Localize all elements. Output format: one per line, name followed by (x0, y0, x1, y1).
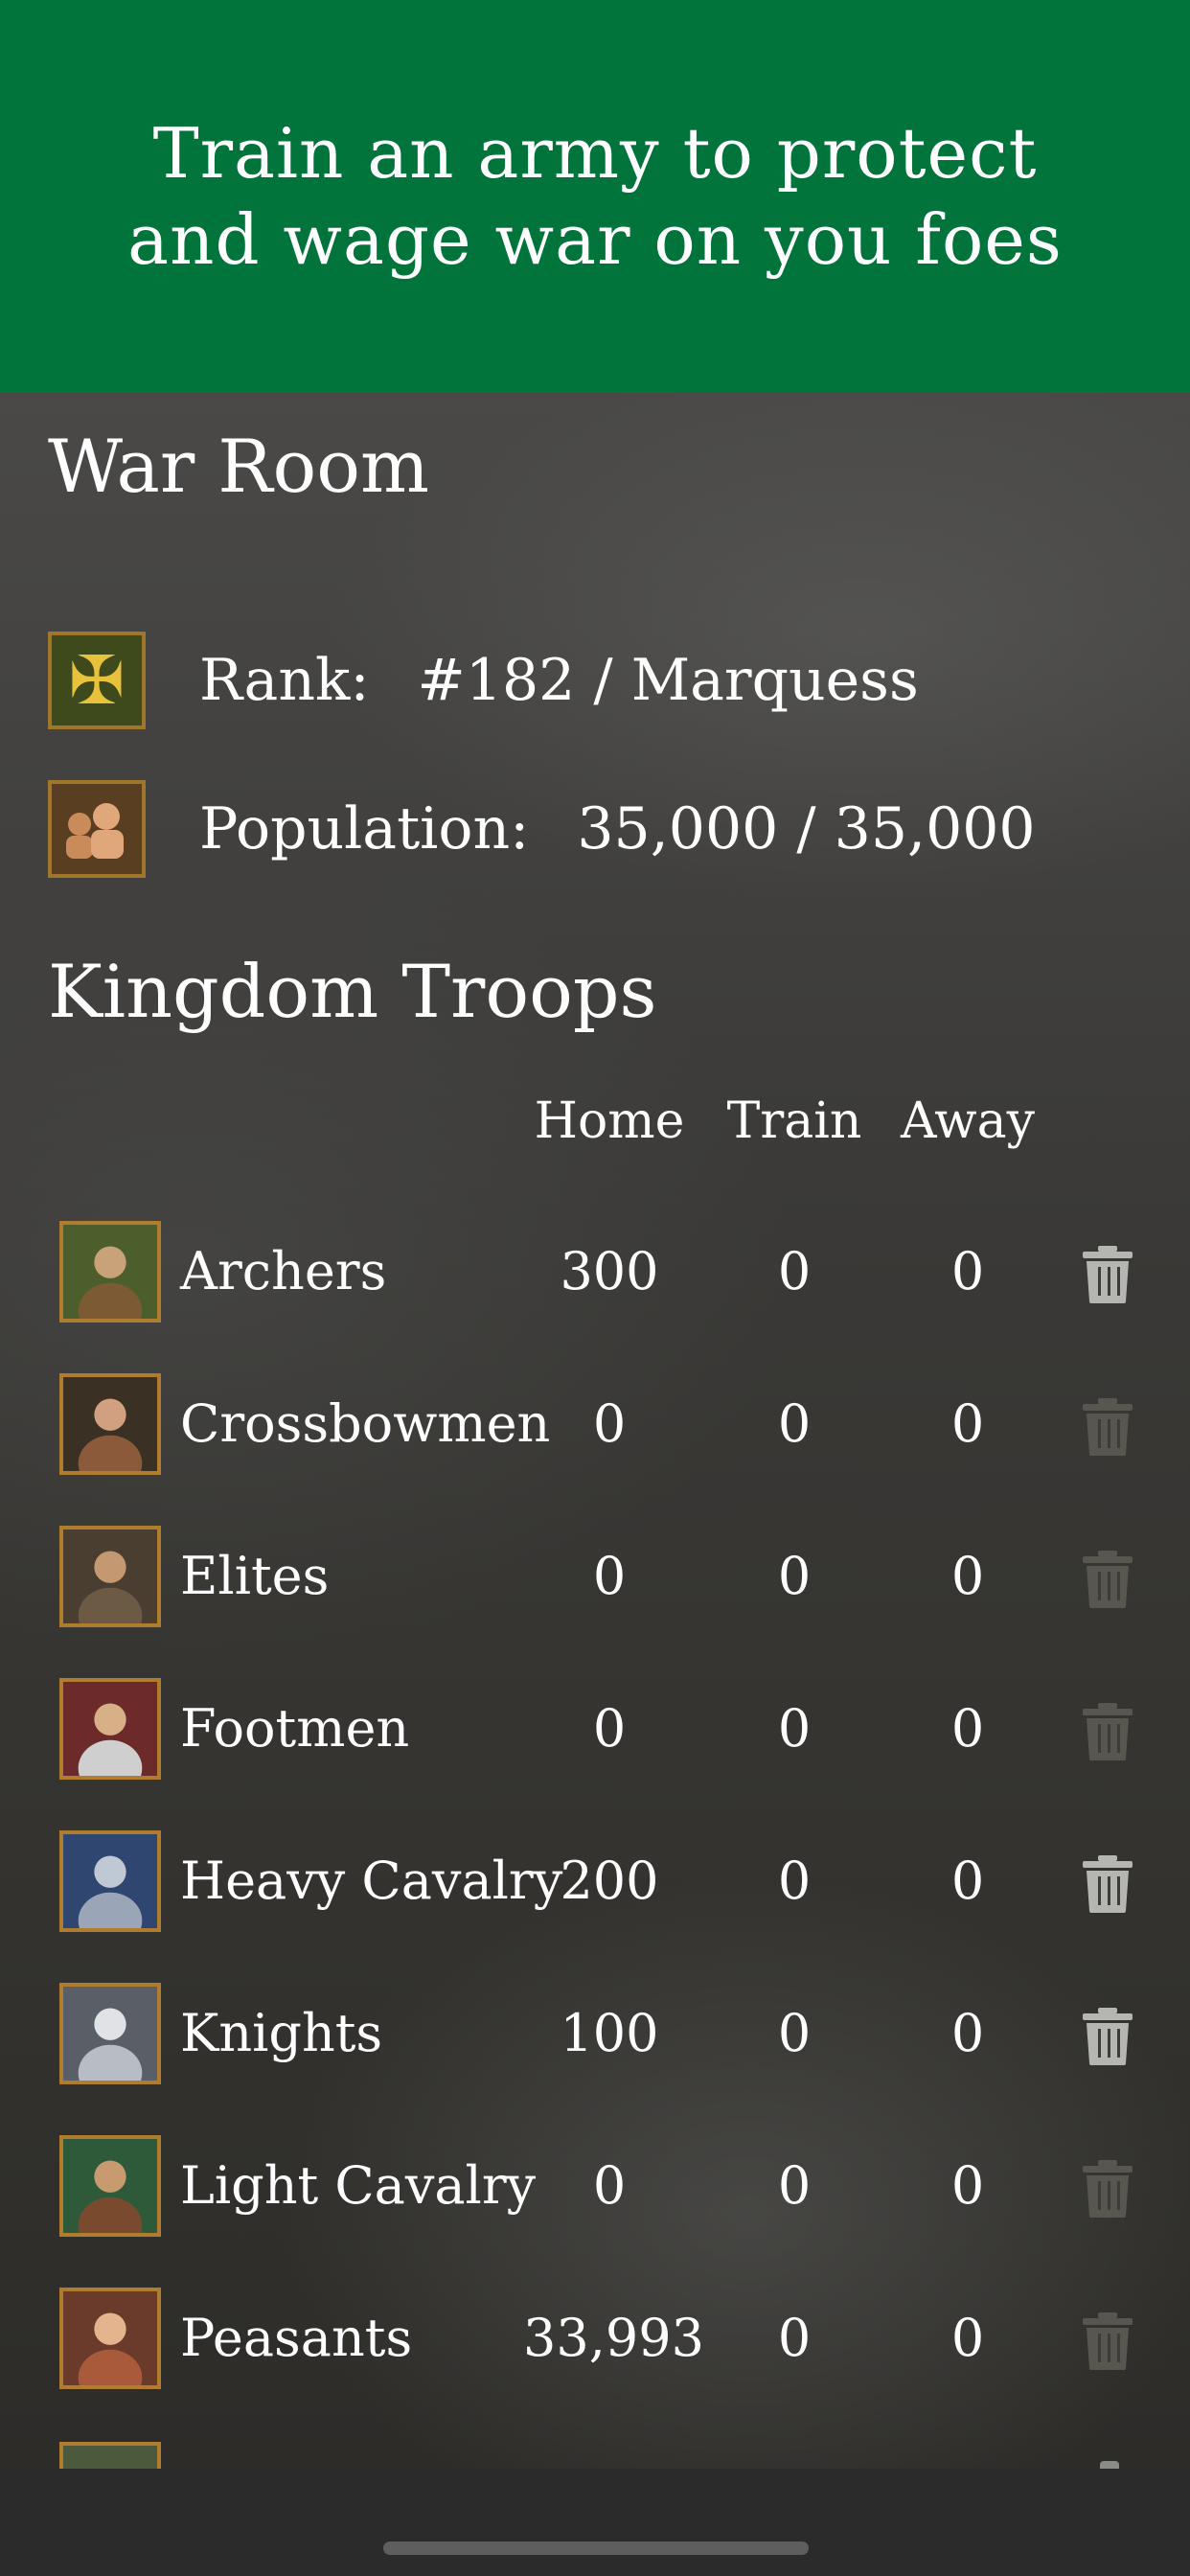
trash-icon[interactable] (1081, 1398, 1134, 1456)
trash-icon[interactable] (1081, 1703, 1134, 1760)
troop-home-count: 33,993 (523, 2308, 704, 2368)
maltese-cross-icon: ✠ (48, 632, 146, 729)
troop-name: Heavy Cavalry (180, 1851, 563, 1911)
troop-name: Footmen (180, 1698, 410, 1759)
troop-away-count: 0 (950, 1241, 985, 1301)
app-screen: Train an army to protect and wage war on… (0, 0, 1190, 2576)
troop-away-count: 0 (950, 2155, 985, 2216)
troop-thumbnail-partial (59, 2442, 161, 2469)
trash-icon[interactable] (1081, 1551, 1134, 1608)
rank-row: ✠ Rank: #182 / Marquess (48, 630, 919, 731)
trash-icon-partial (1100, 2461, 1119, 2469)
troop-portrait-image (59, 1678, 161, 1780)
troop-row[interactable]: Light Cavalry 0 0 0 (0, 2135, 1190, 2237)
kingdom-troops-title: Kingdom Troops (48, 949, 657, 1034)
troop-home-count: 100 (560, 2003, 659, 2063)
troop-train-count: 0 (777, 2003, 812, 2063)
troop-row[interactable]: Peasants 33,993 0 0 (0, 2288, 1190, 2389)
troop-away-count: 0 (950, 2308, 985, 2368)
troop-row[interactable]: Knights 100 0 0 (0, 1983, 1190, 2084)
troop-away-count: 0 (950, 1851, 985, 1911)
troop-portrait-image (59, 2288, 161, 2389)
troop-name: Peasants (180, 2308, 413, 2368)
trash-icon[interactable] (1081, 2312, 1134, 2370)
population-label: Population: (199, 795, 530, 862)
troop-train-count: 0 (777, 1546, 812, 1606)
troop-portrait-image (59, 1373, 161, 1475)
troop-row[interactable]: Heavy Cavalry 200 0 0 (0, 1830, 1190, 1932)
troop-name: Knights (180, 2003, 383, 2063)
banner-line-1: Train an army to protect (152, 113, 1038, 194)
troop-row[interactable]: Footmen 0 0 0 (0, 1678, 1190, 1780)
troop-row[interactable]: Elites 0 0 0 (0, 1526, 1190, 1627)
trash-icon[interactable] (1081, 1246, 1134, 1303)
column-header-train: Train (726, 1092, 862, 1150)
troop-away-count: 0 (950, 1393, 985, 1454)
troop-home-count: 0 (592, 2155, 627, 2216)
trash-icon[interactable] (1081, 2008, 1134, 2065)
troop-away-count: 0 (950, 1546, 985, 1606)
troop-name: Light Cavalry (180, 2155, 537, 2216)
troop-home-count: 300 (560, 1241, 659, 1301)
troop-train-count: 0 (777, 1241, 812, 1301)
troop-train-count: 0 (777, 1851, 812, 1911)
troop-home-count: 0 (592, 1393, 627, 1454)
troop-portrait-image (59, 1221, 161, 1322)
troop-away-count: 0 (950, 1698, 985, 1759)
troop-train-count: 0 (777, 1698, 812, 1759)
troop-home-count: 0 (592, 1546, 627, 1606)
header-banner: Train an army to protect and wage war on… (0, 0, 1190, 393)
population-row: Population: 35,000 / 35,000 (48, 778, 1036, 880)
troop-row[interactable]: Archers 300 0 0 (0, 1221, 1190, 1322)
troop-name: Archers (180, 1241, 387, 1301)
troop-portrait-image (59, 1830, 161, 1932)
trash-icon[interactable] (1081, 2160, 1134, 2218)
troop-train-count: 0 (777, 2308, 812, 2368)
troop-portrait-image (59, 1526, 161, 1627)
war-room-title: War Room (48, 424, 430, 509)
troop-home-count: 0 (592, 1698, 627, 1759)
troop-home-count: 200 (560, 1851, 659, 1911)
banner-line-2: and wage war on you foes (127, 199, 1063, 280)
troop-portrait-image (59, 2135, 161, 2237)
people-icon (48, 780, 146, 878)
troop-row[interactable]: Crossbowmen 0 0 0 (0, 1373, 1190, 1475)
troop-name: Crossbowmen (180, 1393, 551, 1454)
bottom-bar (0, 2469, 1190, 2576)
rank-label: Rank: (199, 647, 370, 714)
column-header-away: Away (900, 1092, 1036, 1150)
troop-train-count: 0 (777, 1393, 812, 1454)
troop-away-count: 0 (950, 2003, 985, 2063)
population-value: 35,000 / 35,000 (577, 795, 1036, 862)
troop-portrait-image (59, 1983, 161, 2084)
troop-name: Elites (180, 1546, 330, 1606)
column-header-home: Home (534, 1092, 685, 1150)
troop-train-count: 0 (777, 2155, 812, 2216)
trash-icon[interactable] (1081, 1855, 1134, 1913)
home-indicator[interactable] (383, 2542, 809, 2555)
rank-value: #182 / Marquess (417, 647, 919, 714)
